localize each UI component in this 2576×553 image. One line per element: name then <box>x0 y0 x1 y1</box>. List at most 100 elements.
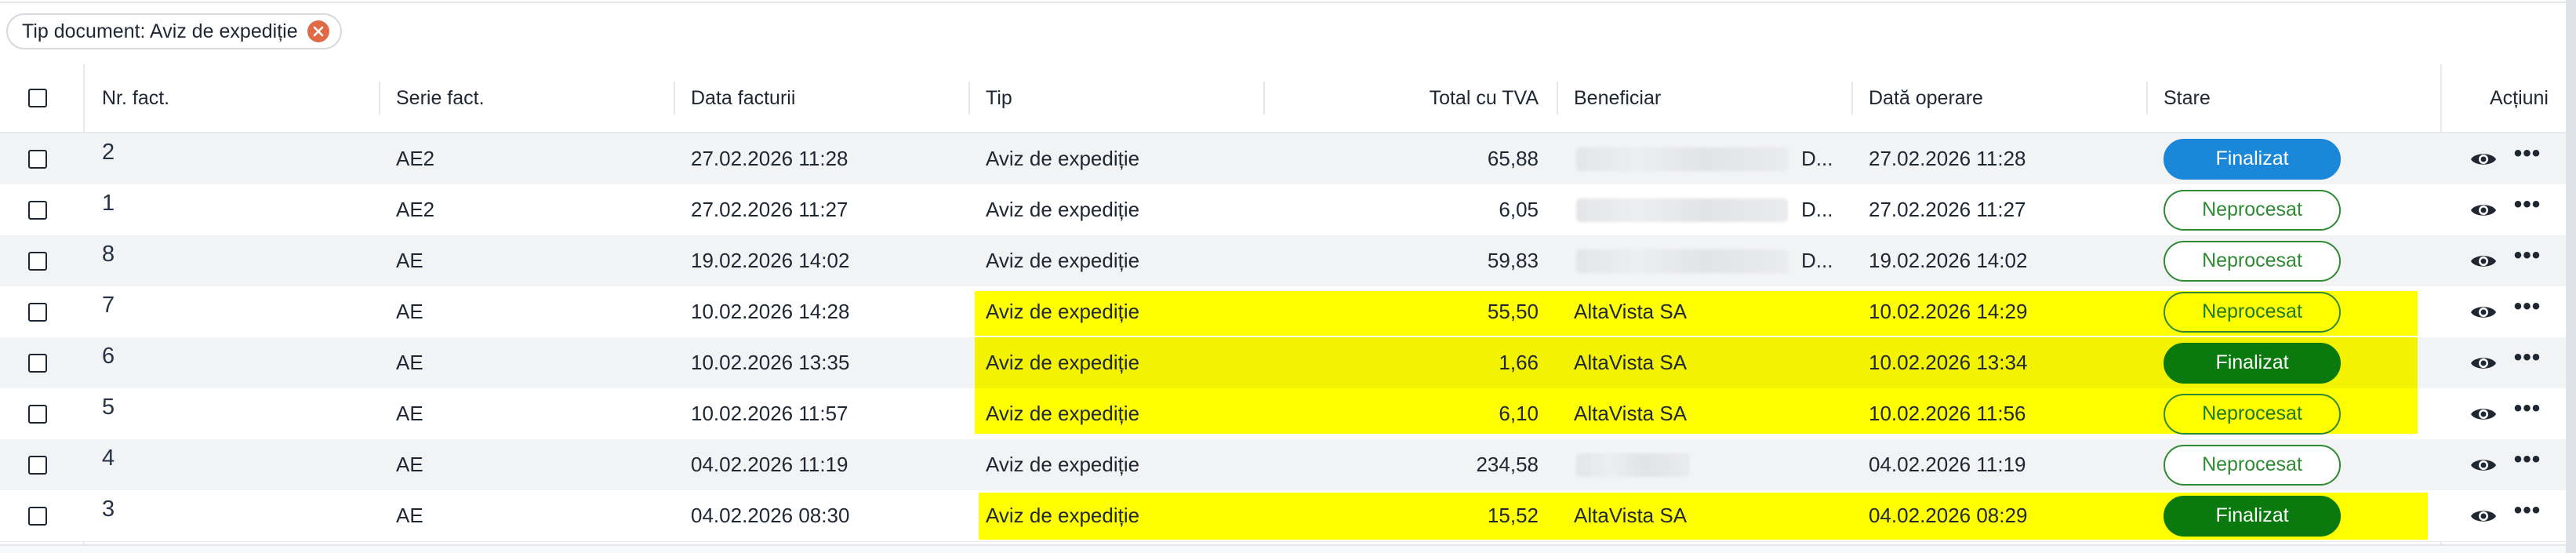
eye-icon[interactable] <box>2470 150 2497 169</box>
close-icon[interactable] <box>307 20 329 42</box>
top-divider <box>0 2 2566 3</box>
header-beneficiar[interactable]: Beneficiar <box>1574 64 1833 132</box>
cell-tip: Aviz de expediție <box>986 300 1140 323</box>
table-row[interactable]: 8 AE 19.02.2026 14:02 Aviz de expediție … <box>0 235 2566 287</box>
table-row[interactable]: 1 AE2 27.02.2026 11:27 Aviz de expediție… <box>0 184 2566 236</box>
table-row[interactable]: 6 AE 10.02.2026 13:35 Aviz de expediție … <box>0 337 2566 389</box>
cell-tip: Aviz de expediție <box>986 453 1140 476</box>
status-badge[interactable]: Neprocesat <box>2164 444 2341 486</box>
row-select-cell[interactable] <box>28 337 60 388</box>
row-checkbox[interactable] <box>28 302 47 322</box>
more-horizontal-icon[interactable]: ••• <box>2514 345 2541 380</box>
more-horizontal-icon[interactable]: ••• <box>2514 141 2541 176</box>
more-horizontal-icon[interactable]: ••• <box>2514 498 2541 533</box>
cell-data-operare: 10.02.2026 14:29 <box>1869 300 2028 323</box>
more-horizontal-icon[interactable]: ••• <box>2514 447 2541 482</box>
cell-data-operare: 27.02.2026 11:27 <box>1869 198 2026 221</box>
select-all-checkbox[interactable] <box>28 89 47 107</box>
table-row[interactable]: 7 AE 10.02.2026 14:28 Aviz de expediție … <box>0 286 2566 338</box>
table-row[interactable]: 5 AE 10.02.2026 11:57 Aviz de expediție … <box>0 388 2566 440</box>
row-select-cell[interactable] <box>28 490 60 541</box>
column-divider[interactable] <box>1263 82 1265 115</box>
cell-tip: Aviz de expediție <box>986 198 1140 221</box>
cell-total: 234,58 <box>1476 453 1539 476</box>
row-checkbox[interactable] <box>28 251 47 271</box>
more-horizontal-icon[interactable]: ••• <box>2514 192 2541 227</box>
more-horizontal-icon[interactable]: ••• <box>2514 243 2541 278</box>
cell-nr-fact[interactable]: 3 <box>102 490 337 541</box>
row-select-cell[interactable] <box>28 286 60 337</box>
cell-tip: Aviz de expediție <box>986 249 1140 272</box>
cell-nr-fact[interactable]: 5 <box>102 388 337 439</box>
table-row[interactable]: 2 AE2 27.02.2026 11:28 Aviz de expediție… <box>0 133 2566 185</box>
row-select-cell[interactable] <box>28 133 60 184</box>
cell-nr-fact[interactable]: 6 <box>102 337 337 388</box>
redacted-beneficiar <box>1576 249 1788 273</box>
row-checkbox[interactable] <box>28 455 47 475</box>
header-data-operare[interactable]: Dată operare <box>1869 64 2127 132</box>
column-divider[interactable] <box>1851 82 1853 115</box>
eye-icon[interactable] <box>2470 252 2497 271</box>
header-total-cu-tva[interactable]: Total cu TVA <box>1270 64 1539 132</box>
status-badge[interactable]: Neprocesat <box>2164 240 2341 282</box>
cell-total: 6,10 <box>1499 402 1539 425</box>
cell-nr-fact[interactable]: 2 <box>102 133 337 184</box>
row-checkbox[interactable] <box>28 404 47 424</box>
redacted-beneficiar <box>1576 453 1690 477</box>
select-all-cell[interactable] <box>28 64 60 132</box>
cell-serie-fact: AE <box>396 351 423 374</box>
status-badge[interactable]: Neprocesat <box>2164 291 2341 333</box>
eye-icon[interactable] <box>2470 303 2497 322</box>
status-badge[interactable]: Neprocesat <box>2164 189 2341 231</box>
header-tip[interactable]: Tip <box>986 64 1244 132</box>
column-divider[interactable] <box>1557 82 1558 115</box>
row-actions: ••• <box>2454 388 2556 439</box>
vertical-scrollbar[interactable] <box>2566 0 2576 553</box>
row-select-cell[interactable] <box>28 439 60 490</box>
eye-icon[interactable] <box>2470 456 2497 475</box>
redacted-beneficiar <box>1576 147 1788 171</box>
cell-stare: Neprocesat <box>2164 286 2422 337</box>
eye-icon[interactable] <box>2470 507 2497 526</box>
cell-nr-fact[interactable]: 1 <box>102 184 337 235</box>
table-row[interactable]: 4 AE 04.02.2026 11:19 Aviz de expediție … <box>0 439 2566 491</box>
cell-beneficiar: AltaVista SA <box>1574 351 1688 374</box>
column-divider[interactable] <box>379 82 380 115</box>
cell-data-facturii: 10.02.2026 14:28 <box>691 300 850 323</box>
cell-nr-fact[interactable]: 7 <box>102 286 337 337</box>
eye-icon[interactable] <box>2470 405 2497 424</box>
cell-data-operare: 04.02.2026 11:19 <box>1869 453 2026 476</box>
eye-icon[interactable] <box>2470 201 2497 220</box>
cell-stare: Finalizat <box>2164 133 2422 184</box>
row-checkbox[interactable] <box>28 506 47 526</box>
cell-data-facturii: 10.02.2026 11:57 <box>691 402 848 425</box>
header-nr-fact[interactable]: Nr. fact. <box>102 64 361 132</box>
row-checkbox[interactable] <box>28 200 47 220</box>
row-select-cell[interactable] <box>28 184 60 235</box>
status-badge[interactable]: Finalizat <box>2164 138 2341 180</box>
row-select-cell[interactable] <box>28 235 60 286</box>
more-horizontal-icon[interactable]: ••• <box>2514 294 2541 329</box>
cell-data-operare: 10.02.2026 13:34 <box>1869 351 2028 374</box>
filter-chip-tip-document[interactable]: Tip document: Aviz de expediție <box>6 13 342 49</box>
status-badge[interactable]: Neprocesat <box>2164 393 2341 435</box>
cell-nr-fact[interactable]: 4 <box>102 439 337 490</box>
row-select-cell[interactable] <box>28 388 60 439</box>
status-badge[interactable]: Finalizat <box>2164 495 2341 537</box>
column-divider[interactable] <box>968 82 970 115</box>
table-row[interactable]: 3 AE 04.02.2026 08:30 Aviz de expediție … <box>0 490 2566 542</box>
row-checkbox[interactable] <box>28 149 47 169</box>
column-divider[interactable] <box>674 82 675 115</box>
cell-total: 55,50 <box>1487 300 1539 323</box>
status-badge[interactable]: Finalizat <box>2164 342 2341 384</box>
cell-data-operare: 04.02.2026 08:29 <box>1869 504 2028 527</box>
header-serie-fact[interactable]: Serie fact. <box>396 64 655 132</box>
column-divider[interactable] <box>2146 82 2148 115</box>
cell-nr-fact[interactable]: 8 <box>102 235 337 286</box>
row-checkbox[interactable] <box>28 353 47 373</box>
eye-icon[interactable] <box>2470 354 2497 373</box>
header-data-facturii[interactable]: Data facturii <box>691 64 950 132</box>
more-horizontal-icon[interactable]: ••• <box>2514 396 2541 431</box>
header-stare[interactable]: Stare <box>2164 64 2422 132</box>
row-actions: ••• <box>2454 490 2556 541</box>
